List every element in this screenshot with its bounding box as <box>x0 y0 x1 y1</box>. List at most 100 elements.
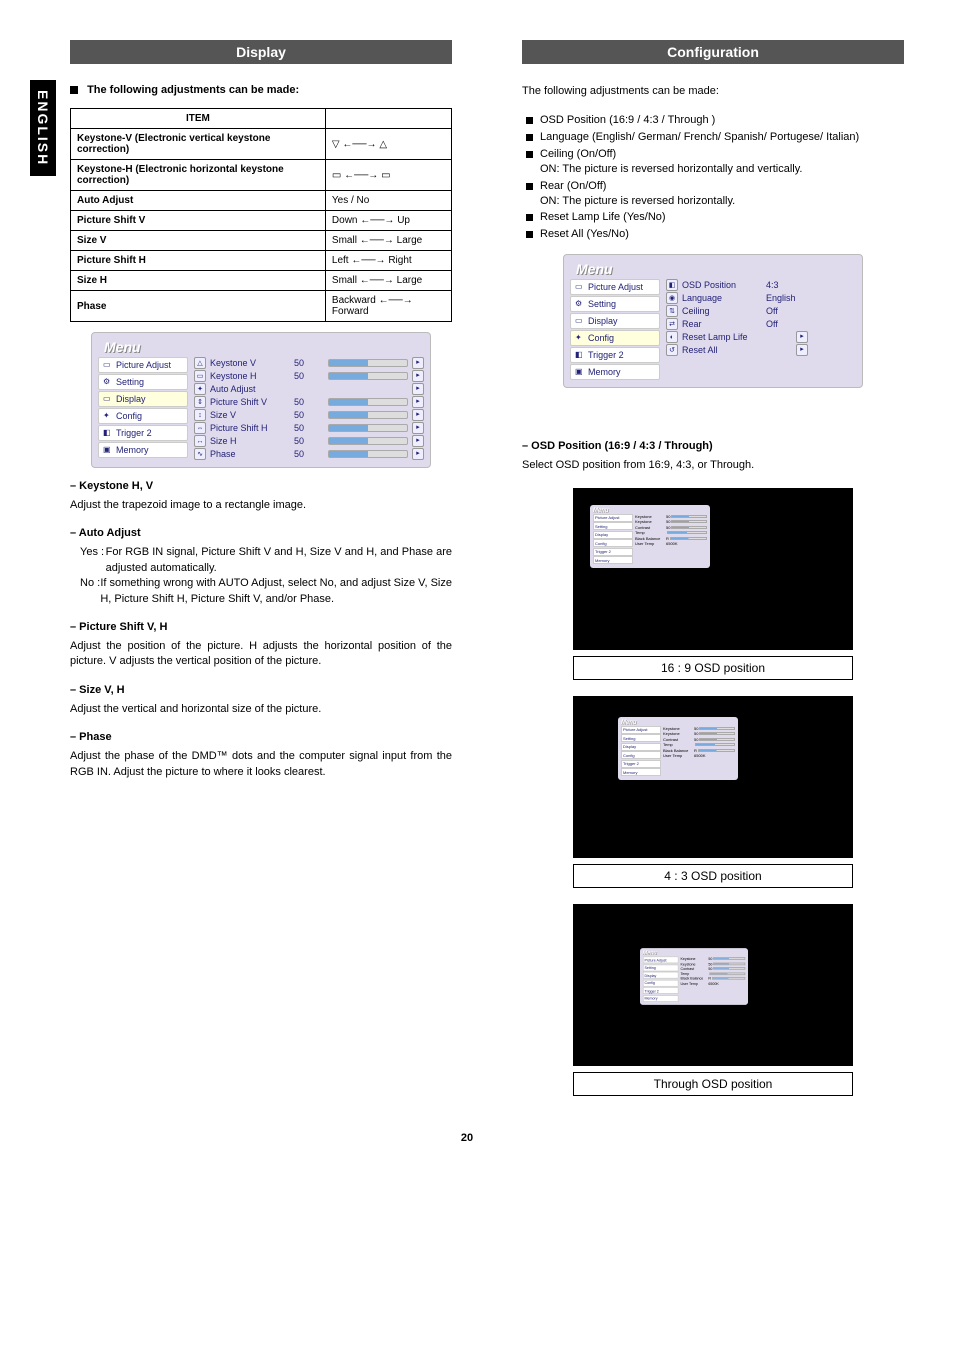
menu-row-keystone-h[interactable]: ▭Keystone H50▸ <box>194 370 424 382</box>
memory-icon: ▣ <box>103 445 113 455</box>
enter-btn-icon[interactable]: ▸ <box>412 448 424 460</box>
sidebar-item-label: Display <box>588 316 618 326</box>
sidebar-item-setting[interactable]: ⚙Setting <box>98 374 188 390</box>
enter-btn-icon[interactable]: ▸ <box>412 357 424 369</box>
enter-btn-icon[interactable]: ▸ <box>412 409 424 421</box>
sidebar-item-config[interactable]: ✦Config <box>570 330 660 346</box>
auto-adjust-text: Yes :For RGB IN signal, Picture Shift V … <box>70 545 452 607</box>
menu-row-reset-lamp[interactable]: ◐ Reset Lamp Life ▸ <box>666 331 856 343</box>
sidebar-item-display[interactable]: ▭Display <box>98 391 188 407</box>
slider[interactable] <box>328 450 408 458</box>
config-menu-screenshot: Menu ▭Picture Adjust ⚙Setting ▭Display ✦… <box>563 254 863 388</box>
sidebar-item-label: Setting <box>116 377 144 387</box>
caption-through: Through OSD position <box>573 1072 853 1096</box>
bullet-sub: ON: The picture is reversed horizontally… <box>540 195 735 207</box>
sidebar-item-memory[interactable]: ▣Memory <box>98 442 188 458</box>
display-icon: ▭ <box>103 394 113 404</box>
osd-preview-43: Menu Picture AdjustSettingDisplayConfigT… <box>573 696 853 858</box>
slider[interactable] <box>328 359 408 367</box>
menu-item-label: Size H <box>210 436 290 446</box>
enter-btn-icon[interactable]: ▸ <box>412 422 424 434</box>
lamp-icon: ◐ <box>666 331 678 343</box>
size-v-icon: ↕ <box>194 409 206 421</box>
row-range: Small ←──→ Large <box>325 231 451 251</box>
menu-item-label: Picture Shift V <box>210 397 290 407</box>
menu-item-value: English <box>766 293 816 303</box>
menu-item-label: Reset Lamp Life <box>682 332 792 342</box>
menu-row-phase[interactable]: ∿Phase50▸ <box>194 448 424 460</box>
menu-row-osd-position[interactable]: ◧OSD Position4:3 <box>666 279 856 291</box>
menu-row-auto-adjust[interactable]: ✦Auto Adjust▸ <box>194 383 424 395</box>
menu-row-size-h[interactable]: ↔Size H50▸ <box>194 435 424 447</box>
left-column: Display The following adjustments can be… <box>70 40 452 1112</box>
menu-item-label: Keystone H <box>210 371 290 381</box>
menu-content: ◧OSD Position4:3 ◉LanguageEnglish ⇅Ceili… <box>660 279 856 381</box>
sidebar-item-trigger2[interactable]: ◧Trigger 2 <box>570 347 660 363</box>
display-header: Display <box>70 40 452 64</box>
menu-item-value: 50 <box>294 449 324 459</box>
menu-title: Menu <box>98 339 424 357</box>
sidebar-item-label: Setting <box>588 299 616 309</box>
sidebar-item-picture-adjust[interactable]: ▭Picture Adjust <box>98 357 188 373</box>
table-row: Picture Shift HLeft ←──→ Right <box>71 251 452 271</box>
sidebar-item-memory[interactable]: ▣Memory <box>570 364 660 380</box>
osd-position-text: Select OSD position from 16:9, 4:3, or T… <box>522 458 904 473</box>
menu-row-size-v[interactable]: ↕Size V50▸ <box>194 409 424 421</box>
config-bullet-list: OSD Position (16:9 / 4:3 / Through ) Lan… <box>526 113 904 242</box>
keystone-text: Adjust the trapezoid image to a rectangl… <box>70 498 452 513</box>
row-item: Picture Shift H <box>77 255 146 266</box>
sidebar-item-picture-adjust[interactable]: ▭Picture Adjust <box>570 279 660 295</box>
enter-btn-icon[interactable]: ▸ <box>412 370 424 382</box>
row-item: Auto Adjust <box>77 195 133 206</box>
row-item: Phase <box>77 301 106 312</box>
menu-item-label: Rear <box>682 319 762 329</box>
row-range: Yes / No <box>325 191 451 211</box>
globe-icon: ◉ <box>666 292 678 304</box>
table-header-blank <box>325 109 451 129</box>
enter-btn-icon[interactable]: ▸ <box>796 344 808 356</box>
menu-row-pshift-h[interactable]: ⇔Picture Shift H50▸ <box>194 422 424 434</box>
menu-row-pshift-v[interactable]: ⇕Picture Shift V50▸ <box>194 396 424 408</box>
slider[interactable] <box>328 437 408 445</box>
sidebar-item-display[interactable]: ▭Display <box>570 313 660 329</box>
menu-row-rear[interactable]: ⇄RearOff <box>666 318 856 330</box>
no-tag: No : <box>80 576 100 607</box>
slider[interactable] <box>328 411 408 419</box>
enter-btn-icon[interactable]: ▸ <box>412 383 424 395</box>
enter-btn-icon[interactable]: ▸ <box>412 435 424 447</box>
slider[interactable] <box>328 424 408 432</box>
row-range: Down ←──→ Up <box>325 211 451 231</box>
enter-btn-icon[interactable]: ▸ <box>412 396 424 408</box>
menu-row-reset-all[interactable]: ↺Reset All▸ <box>666 344 856 356</box>
keystone-v-icon: △ <box>194 357 206 369</box>
menu-item-value: 50 <box>294 371 324 381</box>
pshift-h-icon: ⇔ <box>194 422 206 434</box>
sidebar-item-trigger2[interactable]: ◧Trigger 2 <box>98 425 188 441</box>
row-range: Backward ←──→ Forward <box>325 291 451 322</box>
sidebar-item-config[interactable]: ✦Config <box>98 408 188 424</box>
wrench-icon: ⚙ <box>103 377 113 387</box>
table-row: Keystone-H (Electronic horizontal keysto… <box>71 160 452 191</box>
sidebar-item-setting[interactable]: ⚙Setting <box>570 296 660 312</box>
row-item: Keystone-V (Electronic vertical keystone… <box>77 133 270 155</box>
sidebar-item-label: Memory <box>588 367 621 377</box>
row-range: ▭ ←──→ ▭ <box>325 160 451 191</box>
intro-text: The following adjustments can be made: <box>70 84 452 96</box>
table-row: Size HSmall ←──→ Large <box>71 271 452 291</box>
enter-btn-icon[interactable]: ▸ <box>796 331 808 343</box>
menu-item-label: Ceiling <box>682 306 762 316</box>
menu-row-keystone-v[interactable]: △Keystone V50▸ <box>194 357 424 369</box>
list-item: Ceiling (On/Off)ON: The picture is rever… <box>526 147 904 177</box>
page-number: 20 <box>30 1132 904 1144</box>
row-range: Small ←──→ Large <box>325 271 451 291</box>
sidebar-item-label: Picture Adjust <box>588 282 643 292</box>
osd-icon: ◧ <box>666 279 678 291</box>
table-row: Picture Shift VDown ←──→ Up <box>71 211 452 231</box>
slider[interactable] <box>328 398 408 406</box>
menu-row-language[interactable]: ◉LanguageEnglish <box>666 292 856 304</box>
no-text: If something wrong with AUTO Adjust, sel… <box>100 576 452 607</box>
menu-item-value: 4:3 <box>766 280 816 290</box>
menu-row-ceiling[interactable]: ⇅CeilingOff <box>666 305 856 317</box>
slider[interactable] <box>328 372 408 380</box>
osd-position-heading: – OSD Position (16:9 / 4:3 / Through) <box>522 440 904 452</box>
